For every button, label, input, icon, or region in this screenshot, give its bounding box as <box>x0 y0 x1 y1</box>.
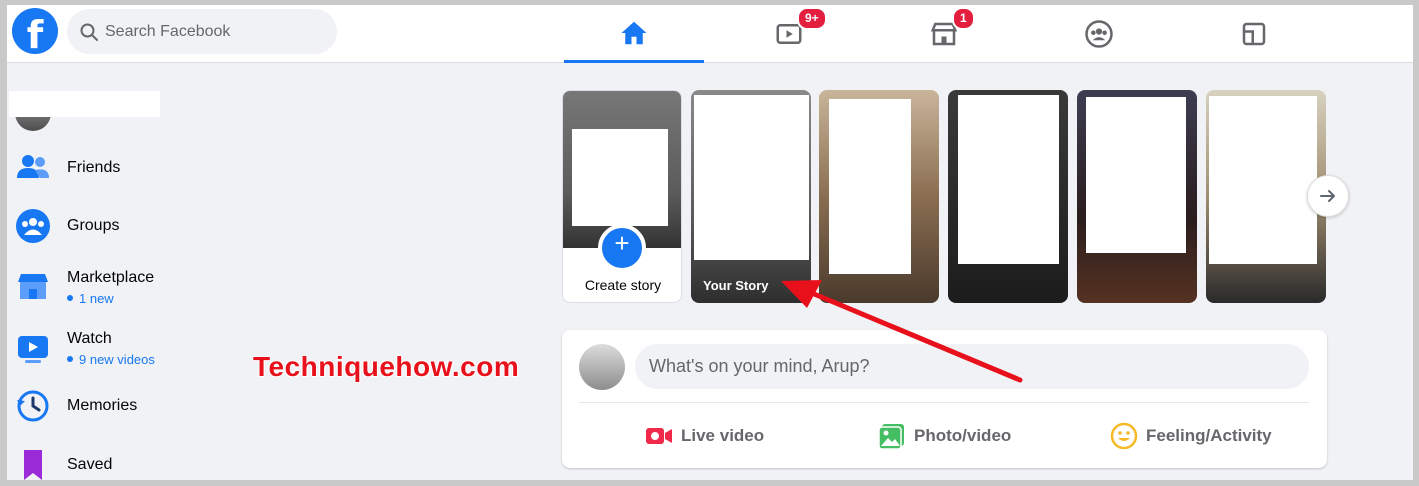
groups-icon <box>16 209 50 243</box>
facebook-logo-icon[interactable]: f <box>12 8 58 54</box>
sidebar-item-label: Friends <box>67 159 121 176</box>
watermark-text: Techniquehow.com <box>253 351 520 382</box>
gaming-icon <box>1242 22 1266 46</box>
redacted-profile-name <box>9 91 160 117</box>
composer-divider <box>579 402 1309 403</box>
redacted-area <box>829 99 911 274</box>
post-composer: What's on your mind, Arup? Live video Ph… <box>562 330 1327 468</box>
sidebar-item-label: Watch <box>67 329 112 347</box>
tab-gaming[interactable] <box>1184 5 1324 63</box>
arrow-right-icon <box>1320 190 1335 202</box>
groups-icon <box>1085 20 1113 48</box>
sidebar-item-watch[interactable]: Watch 9 new videos <box>15 320 245 376</box>
smiley-icon <box>1110 422 1138 450</box>
search-input[interactable] <box>105 9 330 54</box>
story-card[interactable] <box>948 90 1068 303</box>
sidebar-item-friends[interactable]: Friends <box>15 140 245 196</box>
watch-icon <box>18 336 48 363</box>
sidebar-item-memories[interactable]: Memories <box>15 378 245 434</box>
sidebar-item-subtitle: 1 new <box>67 291 154 306</box>
search-icon <box>80 23 98 41</box>
search-box[interactable] <box>67 9 337 54</box>
sidebar-item-label: Groups <box>67 217 120 234</box>
story-card[interactable] <box>819 90 939 303</box>
watch-badge: 9+ <box>797 7 827 30</box>
photo-video-button[interactable]: Photo/video <box>878 416 1011 456</box>
sidebar-item-groups[interactable]: Groups <box>15 198 245 254</box>
live-video-icon <box>646 428 672 444</box>
create-story-card[interactable]: + Create story <box>562 90 682 303</box>
facebook-window: f 9+ 1 <box>7 5 1413 480</box>
plus-icon[interactable]: + <box>598 224 646 272</box>
tab-home[interactable] <box>564 5 704 63</box>
whats-on-your-mind-input[interactable]: What's on your mind, Arup? <box>635 344 1309 389</box>
stories-next-button[interactable] <box>1307 175 1349 217</box>
top-navigation-bar: f 9+ 1 <box>7 5 1413 63</box>
tab-marketplace[interactable]: 1 <box>874 5 1014 63</box>
story-card[interactable] <box>1077 90 1197 303</box>
sidebar-item-marketplace[interactable]: Marketplace 1 new <box>15 259 245 315</box>
marketplace-icon <box>18 274 48 299</box>
your-story-label: Your Story <box>703 278 769 293</box>
your-story-card[interactable]: Your Story <box>691 90 811 303</box>
composer-avatar[interactable] <box>579 344 625 390</box>
home-icon <box>621 21 647 44</box>
redacted-area <box>958 95 1059 264</box>
saved-bookmark-icon <box>24 450 42 480</box>
redacted-area <box>572 129 668 226</box>
sidebar-item-label: Marketplace <box>67 268 155 286</box>
create-story-label: Create story <box>584 277 662 293</box>
tab-watch[interactable]: 9+ <box>719 5 859 63</box>
memories-clock-icon <box>17 390 49 422</box>
sidebar-item-label: Saved <box>67 456 113 473</box>
sidebar-item-subtitle: 9 new videos <box>67 352 155 367</box>
redacted-area <box>1086 97 1186 253</box>
marketplace-badge: 1 <box>952 7 975 30</box>
redacted-area <box>1209 96 1317 264</box>
live-video-button[interactable]: Live video <box>645 416 764 456</box>
sidebar-item-saved[interactable]: Saved <box>15 437 245 480</box>
feeling-activity-button[interactable]: Feeling/Activity <box>1110 416 1272 456</box>
photo-icon <box>878 424 904 450</box>
redacted-area <box>694 95 809 260</box>
sidebar-item-label: Memories <box>67 397 138 414</box>
tab-groups[interactable] <box>1029 5 1169 63</box>
friends-icon <box>17 155 49 178</box>
